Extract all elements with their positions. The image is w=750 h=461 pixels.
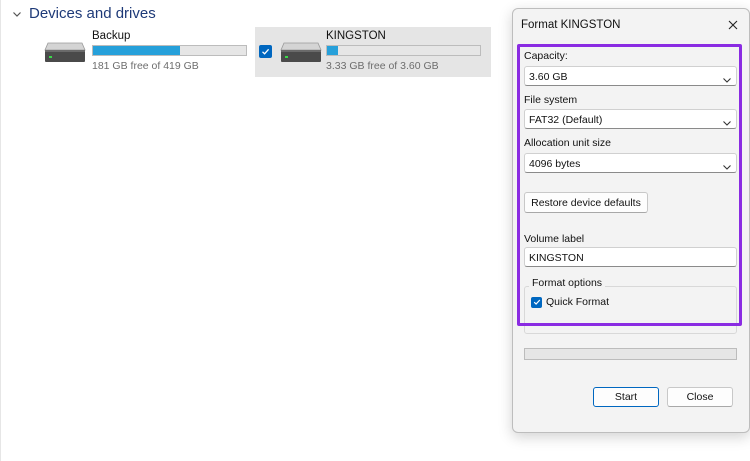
- devices-drives-header[interactable]: Devices and drives: [11, 5, 156, 22]
- drive-info: KINGSTON 3.33 GB free of 3.60 GB: [326, 30, 481, 72]
- capacity-select[interactable]: 3.60 GB: [524, 66, 737, 86]
- close-button[interactable]: Close: [667, 387, 733, 407]
- drive-usage-bar: [92, 45, 247, 56]
- volume-label-input[interactable]: KINGSTON: [524, 247, 737, 267]
- drive-name: Backup: [92, 30, 131, 42]
- file-system-select[interactable]: FAT32 (Default): [524, 109, 737, 129]
- volume-label-label: Volume label: [524, 233, 585, 245]
- dialog-titlebar[interactable]: Format KINGSTON: [513, 9, 749, 43]
- file-explorer-view: Devices and drives Backup 181 GB free of…: [0, 0, 750, 461]
- drive-free-space: 181 GB free of 419 GB: [92, 60, 199, 72]
- format-options-title: Format options: [529, 277, 606, 289]
- dialog-title: Format KINGSTON: [521, 19, 621, 31]
- chevron-down-icon: [722, 72, 732, 83]
- drive-usage-bar: [326, 45, 481, 56]
- chevron-down-icon: [722, 159, 732, 170]
- start-button[interactable]: Start: [593, 387, 659, 407]
- quick-format-checkbox[interactable]: [531, 296, 542, 308]
- section-title: Devices and drives: [29, 5, 156, 22]
- allocation-unit-value: 4096 bytes: [529, 158, 581, 170]
- quick-format-label: Quick Format: [546, 296, 610, 308]
- volume-label-value: KINGSTON: [529, 252, 584, 264]
- hard-drive-icon: [280, 42, 322, 64]
- close-icon[interactable]: [725, 17, 741, 33]
- format-dialog: Format KINGSTON Capacity: 3.60 GB File s…: [512, 8, 750, 433]
- format-options-group: [524, 286, 737, 334]
- selected-check-icon[interactable]: [259, 45, 272, 58]
- restore-defaults-button[interactable]: Restore device defaults: [524, 192, 648, 213]
- hard-drive-icon: [44, 42, 86, 64]
- file-system-label: File system: [524, 94, 578, 106]
- capacity-value: 3.60 GB: [529, 71, 568, 83]
- chevron-down-icon: [722, 115, 732, 126]
- file-system-value: FAT32 (Default): [529, 114, 603, 126]
- allocation-unit-select[interactable]: 4096 bytes: [524, 153, 737, 173]
- allocation-unit-label: Allocation unit size: [524, 137, 611, 149]
- drive-usage-fill: [327, 46, 339, 55]
- chevron-down-icon[interactable]: [11, 8, 23, 20]
- quick-format-option[interactable]: Quick Format: [531, 296, 609, 308]
- drive-tile-kingston[interactable]: KINGSTON 3.33 GB free of 3.60 GB: [255, 27, 491, 77]
- drive-usage-fill: [93, 46, 181, 55]
- drive-info: Backup 181 GB free of 419 GB: [92, 30, 247, 72]
- drive-tile-backup[interactable]: Backup 181 GB free of 419 GB: [36, 27, 251, 77]
- drive-free-space: 3.33 GB free of 3.60 GB: [326, 60, 439, 72]
- format-progress-bar: [524, 348, 737, 360]
- drive-name: KINGSTON: [326, 30, 386, 42]
- capacity-label: Capacity:: [524, 50, 568, 62]
